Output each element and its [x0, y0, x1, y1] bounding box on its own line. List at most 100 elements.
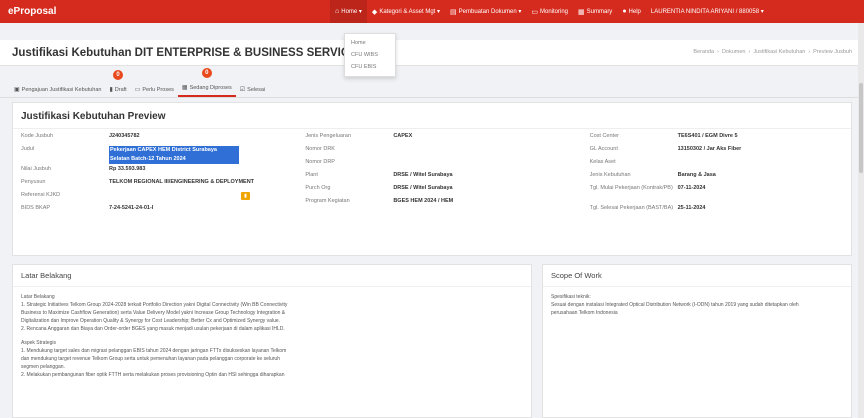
paragraph-line: perusahaan Telkom Indonesia: [551, 310, 618, 316]
field-label: Tgl. Mulai Pekerjaan (Kontrak/PB): [589, 185, 673, 191]
field-value: BGES HEM 2024 / HEM: [393, 198, 454, 204]
home-icon: ⌂: [335, 8, 340, 15]
tab-label: Perlu Proses: [142, 86, 174, 93]
tab-2[interactable]: ▭ Perlu Proses: [131, 82, 178, 97]
scope-of-work-text: Spesifikasi teknik: Sesuai dengan instala…: [543, 287, 851, 317]
field-label: Jenis Kebutuhan: [589, 172, 631, 178]
field-label: Referensi KJKD: [21, 192, 61, 198]
latar-belakang-panel: Latar Belakang Latar Belakang 1. Strategi…: [12, 264, 532, 418]
field-value: 25-11-2024: [677, 205, 706, 211]
nav-item-summary[interactable]: ▦ Summary: [573, 0, 617, 23]
user-menu[interactable]: LAURENTIA NINDITA ARIYANI / 880058 ▾: [646, 0, 769, 23]
preview-field-row: Kelas Aset: [590, 159, 843, 172]
preview-field-row: Kode Jusbuh J240345782: [21, 133, 305, 146]
dropdown-item[interactable]: CFU EBIS: [345, 61, 395, 73]
field-value: 13150302 / Jar Aks Fiber: [677, 146, 742, 152]
dropdown-item[interactable]: CFU WIBS: [345, 49, 395, 61]
nav-item-tag[interactable]: ◆ Kategori & Asset Mgt ▾: [367, 0, 445, 23]
preview-right-column: Cost Center TE6S401 / EGM Divre 5 GL Accou…: [590, 133, 843, 225]
nav-item-label: Summary: [586, 8, 613, 15]
summary-icon: ▦: [578, 8, 585, 16]
tag-icon: ◆: [371, 8, 378, 16]
tab-badge: 0: [201, 68, 212, 78]
paragraph-line: Digitalization dan Improve Operation Qua…: [21, 318, 281, 324]
field-value: DRSE / Witel Surabaya: [393, 172, 453, 178]
preview-field-row: BIDS BKAP 7-24-5241-24-01-I: [21, 205, 305, 218]
field-value: TE6S401 / EGM Divre 5: [677, 133, 738, 139]
field-label: Nomor DRK: [305, 146, 335, 152]
preview-left-column: Kode Jusbuh J240345782 Judul Pekerjaan CAPE…: [21, 133, 305, 225]
preview-field-row: Penyusun TELKOM REGIONAL III/ENGINEERING …: [21, 179, 305, 192]
field-label: Program Kegiatan: [305, 198, 350, 204]
monitor-icon: ▭: [531, 8, 538, 16]
paragraph-line: 1. Strategic Initiatives Telkom Group 20…: [21, 302, 288, 308]
field-label: Kode Jusbuh: [21, 133, 54, 139]
breadcrumb: Beranda › Dokumen › Justifikasi Kebutuhan › Pr…: [693, 49, 852, 55]
preview-field-row: Nomor DRP: [305, 159, 589, 172]
tab-label: Selesai: [247, 86, 266, 93]
breadcrumb-link[interactable]: Beranda: [693, 49, 714, 55]
dropdown-item[interactable]: Home: [345, 37, 395, 49]
paragraph-line: 2. Rencana Anggaran dan Biaya dan Order-…: [21, 326, 285, 332]
folder-icon[interactable]: ▮: [241, 192, 250, 200]
field-value: DRSE / Witel Surabaya: [393, 185, 453, 191]
tab-4[interactable]: ☑ Selesai: [236, 82, 269, 97]
preview-field-row: Jenis Pengeluaran CAPEX: [305, 133, 589, 146]
paragraph-line: Spesifikasi teknik:: [551, 294, 591, 300]
field-label: Kelas Aset: [589, 159, 616, 165]
page-scrollbar[interactable]: [858, 23, 864, 418]
tab-0[interactable]: ▣ Pengajuan Justifikasi Kebutuhan: [10, 82, 105, 97]
brand-logo[interactable]: eProposal: [0, 6, 320, 17]
latar-belakang-text: Latar Belakang 1. Strategic Initiatives T…: [13, 287, 531, 379]
paragraph-line: Business to Maximize Cashflow Generation…: [21, 310, 286, 316]
field-value: Barang & Jasa: [677, 172, 716, 178]
nav-item-home[interactable]: ⌂ Home ▾: [330, 0, 367, 23]
preview-field-row: Tgl. Selesai Pekerjaan (BAST/BA) 25-11-20…: [590, 205, 843, 225]
nav-item-monitor[interactable]: ▭ Monitoring: [526, 0, 573, 23]
nav-item-doc[interactable]: ▤ Pembuatan Dokumen ▾: [445, 0, 526, 23]
field-label: BIDS BKAP: [21, 205, 51, 211]
nav-item-label: Pembuatan Dokumen ▾: [458, 9, 522, 15]
field-label: Judul: [21, 146, 35, 152]
preview-field-row: GL Account 13150302 / Jar Aks Fiber: [590, 146, 843, 159]
breadcrumb-link[interactable]: Preview Jusbuh: [813, 49, 852, 55]
tab-1[interactable]: ▮ Draft 0: [105, 70, 130, 97]
breadcrumb-separator: ›: [748, 49, 751, 55]
paragraph-line: 1. Mendukung target sales dan migrasi pe…: [21, 348, 287, 354]
tab-badge: 0: [113, 70, 124, 80]
field-value: TELKOM REGIONAL III/ENGINEERING & DEPLOY…: [109, 179, 255, 185]
field-label: Penyusun: [21, 179, 46, 185]
breadcrumb-link[interactable]: Justifikasi Kebutuhan: [753, 49, 805, 55]
field-label: GL Account: [589, 146, 618, 152]
preview-field-row: Nomor DRK: [305, 146, 589, 159]
tab-icon: ▣: [14, 87, 20, 93]
breadcrumb-separator: ›: [808, 49, 811, 55]
preview-field-row: Plant DRSE / Witel Surabaya: [305, 172, 589, 185]
preview-panel: Justifikasi Kebutuhan Preview Kode Jusbu…: [12, 102, 852, 256]
scrollbar-thumb[interactable]: [859, 83, 863, 173]
preview-middle-column: Jenis Pengeluaran CAPEX Nomor DRK Nomor DRP…: [305, 133, 589, 225]
tab-icon: ▭: [134, 87, 141, 93]
field-value: CAPEX: [393, 133, 413, 139]
help-icon: ●: [622, 8, 627, 15]
scope-of-work-panel: Scope Of Work Spesifikasi teknik: Sesuai …: [542, 264, 852, 418]
field-label: Tgl. Selesai Pekerjaan (BAST/BA): [589, 205, 674, 211]
preview-field-row: Judul Pekerjaan CAPEX HEM District Suraba…: [21, 146, 305, 166]
breadcrumb-link[interactable]: Dokumen: [722, 49, 746, 55]
paragraph-line: segmen pelanggan.: [21, 364, 65, 370]
tab-label: Pengajuan Justifikasi Kebutuhan: [21, 86, 102, 93]
paragraph-line: dan mendukung target revenue Telkom Grou…: [21, 356, 280, 362]
field-value: Rp 33.593.983: [109, 166, 146, 172]
doc-icon: ▤: [450, 8, 457, 16]
page-title: Justifikasi Kebutuhan DIT ENTERPRISE & B…: [12, 46, 357, 59]
paragraph-line: Aspek Strategis: [21, 340, 57, 346]
breadcrumb-separator: ›: [717, 49, 719, 55]
nav-item-label: Help: [628, 8, 641, 15]
nav-item-label: Home ▾: [341, 9, 362, 15]
nav-item-help[interactable]: ● Help: [617, 0, 646, 23]
main-nav: ⌂ Home ▾ ◆ Kategori & Asset Mgt ▾ ▤ Pembuatan…: [330, 0, 769, 23]
tab-3[interactable]: ▦ Sedang Diproses 0: [177, 68, 236, 97]
page-header: Justifikasi Kebutuhan DIT ENTERPRISE & B…: [0, 40, 864, 66]
field-value: Pekerjaan CAPEX HEM District Surabaya Se…: [109, 146, 239, 164]
preview-field-row: Purch Org DRSE / Witel Surabaya: [305, 185, 589, 198]
